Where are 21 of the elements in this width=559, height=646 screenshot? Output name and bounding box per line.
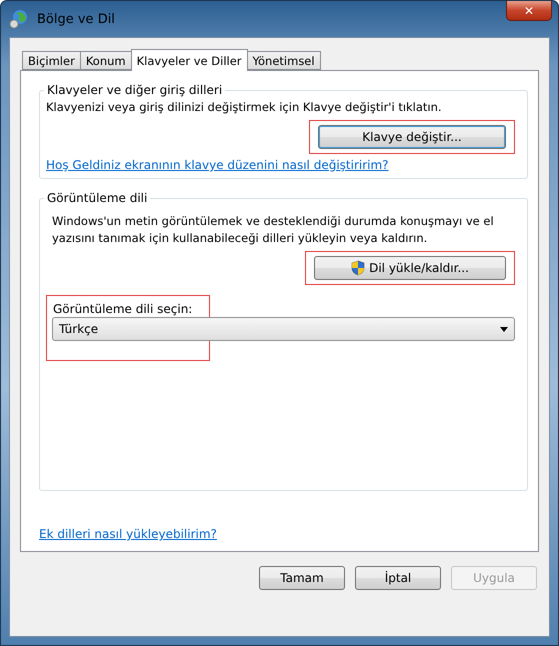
globe-icon [9, 9, 29, 29]
shield-icon [351, 260, 366, 276]
help-link[interactable]: Hoş Geldiniz ekranının klavye düzenini nasıl değiştiririm? [46, 158, 389, 172]
change-keyboard-button[interactable]: Klavye değiştir... [318, 125, 506, 149]
description-text: Klavyenizi veya giriş dilinizi değiştirmek için Klavye değiştir'i tıklatın. [46, 99, 443, 116]
install-language-button[interactable]: Dil yükle/kaldır... [314, 256, 506, 280]
tab[interactable]: Konum [80, 51, 132, 70]
description-text: Windows'un metin görüntülemek ve desteklendiği durumda konuşmayı ve el yazısını tanımak için kullanabileceği dilleri yükleyin veya kaldırın. [51, 213, 495, 247]
tab[interactable]: Klavyeler ve Diller [130, 49, 248, 71]
tab[interactable]: Yönetimsel [246, 51, 321, 70]
help-link[interactable]: Ek dilleri nasıl yükleyebilirim? [39, 527, 217, 541]
dialog-button[interactable]: İptal [355, 566, 441, 590]
close-button[interactable]: ✕ [506, 1, 552, 21]
field-label: Görüntüleme dili seçin: [53, 302, 192, 316]
group-title: Görüntüleme dili [46, 191, 148, 205]
group-title: Klavyeler ve diğer giriş dilleri [46, 83, 224, 97]
dialog-button[interactable]: Tamam [259, 566, 345, 590]
window-title: Bölge ve Dil [37, 12, 115, 26]
language-dropdown[interactable]: Türkçe [52, 317, 515, 341]
dropdown-arrow-icon [500, 326, 508, 332]
tab[interactable]: Biçimler [22, 51, 81, 70]
